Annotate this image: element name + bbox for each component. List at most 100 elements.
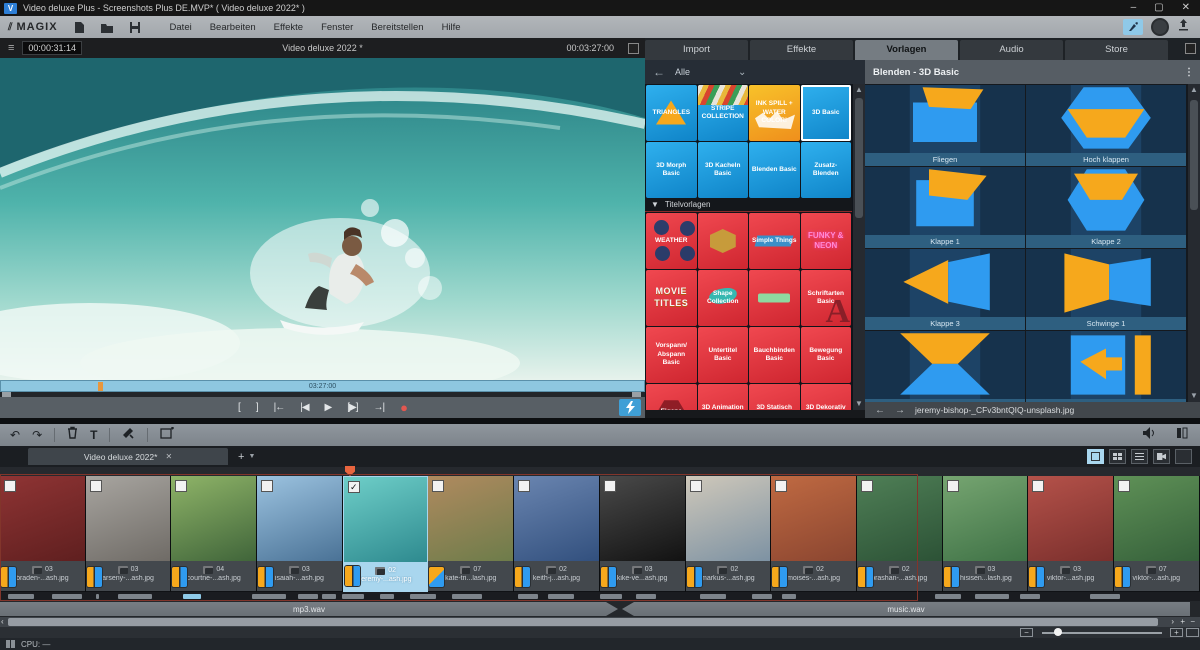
template-tile-bauchbinden-basic[interactable]: Bauchbinden Basic — [749, 327, 800, 383]
clip-thumbnail[interactable] — [171, 476, 257, 561]
minimap-segment[interactable] — [935, 594, 961, 599]
timeline-clip[interactable]: ✓ 02 jeremy-...ash.jpg — [342, 476, 429, 592]
clip-checkbox[interactable] — [89, 480, 102, 492]
clip-transition-icon[interactable] — [344, 566, 360, 586]
templates-filter-header[interactable]: ← Alle ⌄ — [645, 60, 865, 84]
view-mode-storyboard[interactable] — [1087, 449, 1104, 464]
minimap-segment[interactable] — [52, 594, 82, 599]
minimap-segment[interactable] — [548, 594, 574, 599]
clip-checkbox[interactable] — [1117, 480, 1130, 492]
timeline-clip[interactable]: 03 isaiah-...ash.jpg — [257, 476, 343, 592]
timeline-minimap[interactable] — [0, 592, 1200, 601]
close-tab-icon[interactable]: ✕ — [165, 452, 172, 461]
clip-checkbox[interactable] — [946, 480, 959, 492]
zoom-slider-knob[interactable] — [1054, 628, 1062, 636]
timeline-clip[interactable]: 03 thisisen...lash.jpg — [942, 476, 1029, 592]
chevron-down-icon[interactable]: ⌄ — [738, 67, 746, 78]
minimap-segment[interactable] — [752, 594, 772, 599]
timeline-clip[interactable]: 02 moises-...ash.jpg — [771, 476, 857, 592]
transition-klappe-1[interactable]: Klappe 1 — [865, 167, 1025, 248]
clip-transition-icon[interactable] — [600, 567, 616, 587]
view-mode-extra[interactable] — [1175, 449, 1192, 464]
play-button[interactable]: ▶ — [325, 397, 333, 418]
clip-transition-icon[interactable] — [515, 567, 531, 587]
clip-thumbnail[interactable] — [514, 476, 599, 561]
scroll-up-icon[interactable]: ▲ — [1188, 84, 1200, 96]
timeline-clip[interactable]: 07 kate-tri...lash.jpg — [428, 476, 515, 592]
clip-checkbox[interactable] — [4, 480, 16, 492]
minimap-segment[interactable] — [380, 594, 394, 599]
view-mode-timeline[interactable] — [1131, 449, 1148, 464]
clip-checkbox[interactable] — [603, 480, 616, 492]
minimap-segment[interactable] — [252, 594, 286, 599]
minimap-segment[interactable] — [183, 594, 201, 599]
menu-item-bereitstellen[interactable]: Bereitstellen — [371, 22, 423, 33]
audio-track-mp3[interactable]: mp3.wav — [0, 602, 618, 616]
back-arrow-icon[interactable]: ← — [653, 65, 665, 79]
view-mode-scene-overview[interactable] — [1109, 449, 1126, 464]
clip-transition-icon[interactable] — [686, 567, 702, 587]
minimap-segment[interactable] — [1020, 594, 1040, 599]
clip-transition-icon[interactable] — [1029, 567, 1045, 587]
section-header-titelvorlagen[interactable]: ▼ Titelvorlagen — [645, 198, 852, 212]
jump-to-end-button[interactable]: →| — [373, 397, 385, 418]
transition-schwinge-2[interactable]: Schwinge 2 — [865, 331, 1025, 402]
play-range-button[interactable]: [▶] — [347, 397, 358, 418]
minimize-button[interactable]: – — [1131, 1, 1137, 15]
timeline-clip[interactable]: 02 keith-j...ash.jpg — [514, 476, 600, 592]
clip-transition-icon[interactable] — [943, 567, 959, 587]
timeline-clip[interactable]: 02 markus-...ash.jpg — [685, 476, 772, 592]
minimap-segment[interactable] — [298, 594, 318, 599]
menu-item-bearbeiten[interactable]: Bearbeiten — [210, 22, 256, 33]
clip-transition-icon[interactable] — [857, 567, 873, 587]
prev-file-icon[interactable]: ← — [875, 405, 885, 416]
scrollbar-thumb[interactable] — [8, 618, 1158, 626]
clip-thumbnail[interactable] — [599, 476, 685, 561]
clip-transition-icon[interactable] — [1114, 567, 1130, 587]
zoom-in-button[interactable]: + — [1170, 628, 1183, 637]
transition-schwinge-1[interactable]: Schwinge 1 — [1026, 249, 1186, 330]
kebab-menu-icon[interactable]: ⋮ — [1184, 67, 1194, 78]
instant-export-button[interactable] — [619, 399, 641, 416]
preview-scrubber[interactable]: 03:27:00 — [0, 380, 645, 392]
audio-track-music[interactable]: music.wav — [622, 602, 1190, 616]
template-tile-3d-statisch-basic[interactable]: 3D Statisch Basic — [749, 384, 800, 410]
clip-thumbnail[interactable] — [428, 476, 514, 561]
design-brush-button[interactable] — [1123, 19, 1143, 35]
timeline-clip[interactable]: 03 braden-...ash.jpg — [0, 476, 86, 592]
template-tile-3d-morph-basic[interactable]: 3D Morph Basic — [646, 142, 697, 198]
clip-transition-icon[interactable] — [1, 567, 16, 587]
clip-thumbnail[interactable] — [942, 476, 1028, 561]
add-tab-button[interactable]: + — [238, 451, 244, 463]
preview-menu-icon[interactable]: ≡ — [8, 42, 14, 54]
minimap-segment[interactable] — [975, 594, 1009, 599]
clip-checkbox[interactable] — [689, 480, 702, 492]
clip-thumbnail[interactable] — [0, 476, 85, 561]
clip-thumbnail[interactable] — [85, 476, 171, 561]
panel-maximize-icon[interactable] — [1185, 43, 1196, 54]
scroll-up-icon[interactable]: ▲ — [853, 84, 865, 96]
transition-seitlich-gleiten-1[interactable]: Seitlich Gleiten 1 — [1026, 331, 1186, 402]
scroll-left-icon[interactable]: ‹ — [1, 617, 4, 627]
clip-checkbox[interactable]: ✓ — [347, 481, 360, 493]
delete-icon[interactable] — [67, 426, 78, 444]
mute-speaker-icon[interactable] — [1143, 426, 1156, 444]
minimap-segment[interactable] — [452, 594, 482, 599]
clip-checkbox[interactable] — [175, 480, 188, 492]
menu-item-fenster[interactable]: Fenster — [321, 22, 353, 33]
minimap-segment[interactable] — [1090, 594, 1120, 599]
template-tile-3d-kacheln-basic[interactable]: 3D Kacheln Basic — [697, 142, 748, 198]
timecode-current[interactable]: 00:00:31:14 — [22, 41, 82, 55]
undo-icon[interactable]: ↶ — [10, 424, 20, 446]
scroll-down-icon[interactable]: ▼ — [1188, 390, 1200, 402]
minimap-segment[interactable] — [118, 594, 152, 599]
template-tile-funky-neon[interactable]: FUNKY & NEON — [800, 213, 851, 269]
timeline-clip[interactable]: 07 viktor-...ash.jpg — [1113, 476, 1200, 592]
next-file-icon[interactable]: → — [895, 405, 905, 416]
zoom-out-button[interactable]: − — [1020, 628, 1033, 637]
new-project-icon[interactable] — [72, 21, 86, 34]
jump-to-range-start-button[interactable]: |← — [274, 397, 286, 418]
clip-transition-icon[interactable] — [772, 567, 788, 587]
zoom-fit-button[interactable] — [1186, 628, 1199, 637]
tab-store[interactable]: Store — [1065, 40, 1168, 60]
